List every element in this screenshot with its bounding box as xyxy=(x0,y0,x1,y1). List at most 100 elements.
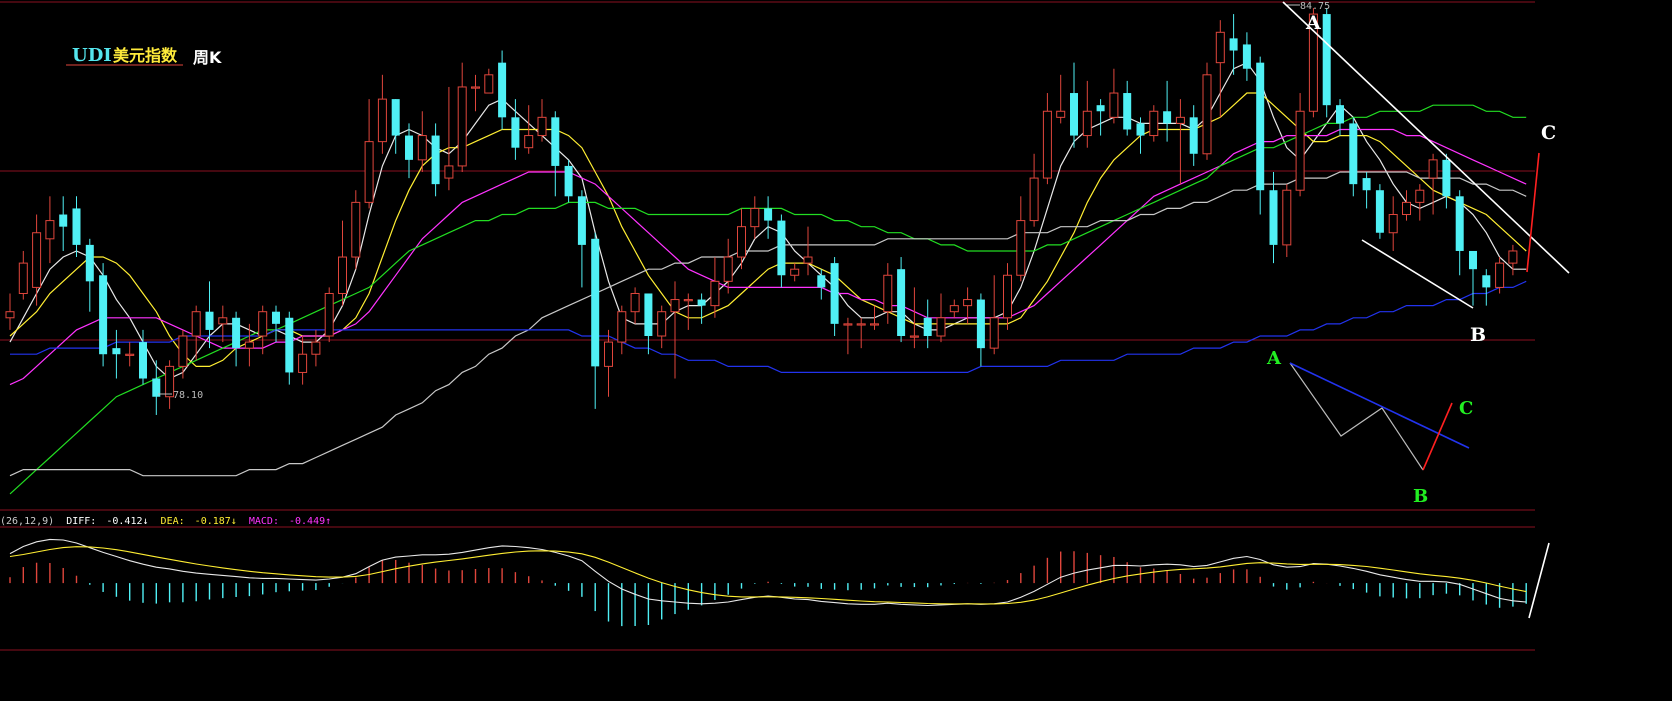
candle-body xyxy=(617,311,627,343)
candle-body xyxy=(272,311,280,324)
candle-body xyxy=(1109,92,1119,118)
title-symbol: UDI xyxy=(72,45,112,66)
candle-body xyxy=(338,256,347,294)
candle-body xyxy=(1349,123,1358,185)
candle-body xyxy=(644,293,653,336)
candle-body xyxy=(1242,44,1251,69)
candle-body xyxy=(949,305,959,313)
candle-body xyxy=(1189,117,1198,154)
candle-body xyxy=(1003,274,1012,319)
macd-diff-value: -0.412↓ xyxy=(106,516,148,527)
candle-body xyxy=(1495,262,1505,288)
candle-body xyxy=(1056,110,1066,118)
candle-body xyxy=(803,256,813,264)
candle xyxy=(1202,62,1212,160)
candle-body xyxy=(178,335,188,367)
macd-macd-label: MACD: xyxy=(249,516,279,527)
candle-body xyxy=(431,135,440,185)
candle xyxy=(564,159,573,203)
candle xyxy=(99,263,108,367)
weekly-kline-chart: UDI 美元指数 周K 84.75 78.10 A B C A B C (26,… xyxy=(0,0,1672,701)
candle-body xyxy=(1482,275,1491,288)
candle-body xyxy=(870,323,879,326)
candle-body xyxy=(285,317,294,373)
candle-body xyxy=(5,311,15,319)
macd-macd-value: -0.449↑ xyxy=(289,516,331,527)
candle-body xyxy=(830,263,839,324)
inset-label-a: A xyxy=(1266,348,1282,369)
candle-body xyxy=(1282,189,1292,246)
candle-body xyxy=(1402,201,1411,216)
candle-body xyxy=(218,317,228,325)
candle-body xyxy=(1415,189,1425,203)
macd-header: (26,12,9) DIFF: -0.412↓ DEA: -0.187↓ MAC… xyxy=(0,516,331,527)
candle-body xyxy=(564,165,573,197)
candle-body xyxy=(1362,178,1371,191)
candle-body xyxy=(630,292,640,313)
wave-label-c: C xyxy=(1541,122,1556,144)
candle-body xyxy=(856,323,866,326)
candle-body xyxy=(1295,110,1305,191)
candle-body xyxy=(377,98,387,143)
candle-body xyxy=(351,201,361,258)
candle-body xyxy=(750,207,760,228)
candle-body xyxy=(484,74,494,94)
candle-body xyxy=(843,323,853,326)
candle-body xyxy=(790,268,800,276)
candle-body xyxy=(551,117,560,166)
candle-body xyxy=(32,232,42,288)
candle-body xyxy=(1029,177,1039,222)
candle-body xyxy=(989,317,999,349)
title-period: 周K xyxy=(193,48,222,67)
macd-params: (26,12,9) xyxy=(0,516,54,527)
candle xyxy=(324,287,334,343)
candle-body xyxy=(1123,93,1132,130)
candle-body xyxy=(1163,111,1172,124)
candle-body xyxy=(1149,110,1159,137)
candle-body xyxy=(205,311,214,330)
inset-label-c: C xyxy=(1459,398,1473,419)
macd-dea-label: DEA: xyxy=(161,516,185,527)
candle-body xyxy=(909,335,919,338)
candle-body xyxy=(604,341,613,367)
candle-body xyxy=(498,62,507,118)
candle-body xyxy=(1215,31,1225,64)
candle-body xyxy=(817,275,826,288)
candle-body xyxy=(1269,190,1278,245)
candle-body xyxy=(324,292,334,337)
candle-body xyxy=(444,165,454,179)
candle-body xyxy=(457,86,467,167)
candle-body xyxy=(45,220,55,240)
candle-body xyxy=(1442,159,1451,197)
candle-body xyxy=(737,226,746,258)
candle-body xyxy=(670,299,680,313)
inset-label-b: B xyxy=(1413,486,1428,507)
candle-body xyxy=(897,269,906,336)
candle-body xyxy=(391,99,400,136)
candle-body xyxy=(1070,93,1078,136)
candle-body xyxy=(112,348,121,355)
candle-body xyxy=(1469,250,1477,270)
candle-body xyxy=(923,317,932,336)
candle-body xyxy=(537,116,547,137)
candle-body xyxy=(72,208,81,245)
candle-body xyxy=(1042,110,1052,179)
candle xyxy=(351,190,361,270)
high-price-label: 84.75 xyxy=(1300,1,1330,12)
candle-body xyxy=(1508,250,1518,264)
candle-body xyxy=(883,274,893,313)
wave-label-b: B xyxy=(1470,324,1486,346)
candle-body xyxy=(139,342,147,379)
candle-body xyxy=(311,341,321,355)
chart-background xyxy=(0,0,1672,701)
candle-body xyxy=(59,214,68,227)
candle-body xyxy=(697,299,706,306)
candle-body xyxy=(99,275,108,355)
candle-body xyxy=(298,353,308,373)
macd-diff-label: DIFF: xyxy=(66,516,96,527)
candle-body xyxy=(777,220,786,276)
candle xyxy=(897,257,906,343)
candle-body xyxy=(1256,62,1265,191)
candle-body xyxy=(976,299,985,349)
candle-body xyxy=(232,317,241,349)
